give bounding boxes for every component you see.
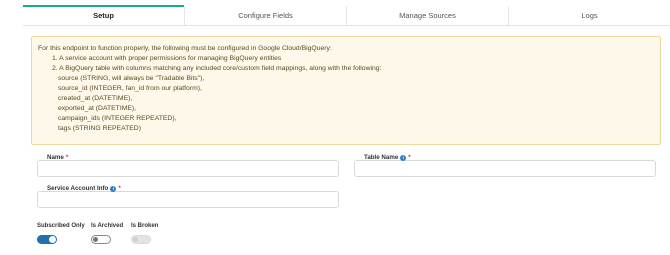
table-name-label: Table Name i * bbox=[364, 154, 411, 161]
required-mark: * bbox=[118, 185, 121, 192]
subscribed-only-toggle[interactable] bbox=[37, 235, 57, 244]
notice-intro: For this endpoint to function properly, … bbox=[38, 45, 332, 52]
is-broken-label: Is Broken bbox=[131, 223, 159, 229]
table-name-input[interactable] bbox=[354, 160, 656, 177]
required-mark: * bbox=[408, 154, 411, 161]
is-archived-toggle[interactable] bbox=[91, 235, 111, 244]
toggle-knob bbox=[133, 237, 138, 242]
tab-configure-fields[interactable]: Configure Fields bbox=[184, 6, 346, 25]
tab-setup[interactable]: Setup bbox=[23, 5, 184, 25]
notice-column-exported-at: exported_at (DATETIME), bbox=[58, 105, 137, 112]
configuration-notice: For this endpoint to function properly, … bbox=[31, 36, 661, 145]
info-icon[interactable]: i bbox=[400, 154, 407, 161]
toggle-knob bbox=[49, 236, 56, 243]
is-broken-toggle bbox=[131, 235, 151, 244]
tab-bar: Setup Configure Fields Manage Sources Lo… bbox=[23, 5, 670, 26]
service-account-info-label: Service Account Info i * bbox=[47, 185, 121, 192]
tab-logs[interactable]: Logs bbox=[508, 6, 670, 25]
table-name-label-text: Table Name bbox=[364, 154, 399, 161]
is-archived-label: Is Archived bbox=[91, 223, 124, 229]
service-account-info-label-text: Service Account Info bbox=[47, 185, 109, 192]
name-label-text: Name bbox=[47, 154, 64, 161]
subscribed-only-label: Subscribed Only bbox=[37, 223, 85, 229]
service-account-info-input[interactable] bbox=[37, 191, 339, 208]
toggle-knob bbox=[93, 237, 98, 242]
notice-column-campaign-ids: campaign_ids (INTEGER REPEATED), bbox=[58, 115, 177, 122]
notice-column-tags: tags (STRING REPEATED) bbox=[58, 125, 141, 132]
notice-column-source-id: source_id (INTEGER, fan_id from our plat… bbox=[58, 85, 202, 92]
name-input[interactable] bbox=[37, 160, 339, 177]
info-icon[interactable]: i bbox=[110, 185, 117, 192]
notice-column-created-at: created_at (DATETIME), bbox=[58, 95, 133, 102]
required-mark: * bbox=[65, 154, 69, 161]
notice-item-bigquery-table: 2. A BigQuery table with columns matchin… bbox=[52, 65, 382, 72]
notice-item-service-account: 1. A service account with proper permiss… bbox=[52, 55, 282, 62]
name-label: Name * bbox=[47, 154, 68, 161]
notice-column-source: source (STRING, will always be "Tradable… bbox=[58, 75, 205, 82]
tab-manage-sources[interactable]: Manage Sources bbox=[346, 6, 508, 25]
